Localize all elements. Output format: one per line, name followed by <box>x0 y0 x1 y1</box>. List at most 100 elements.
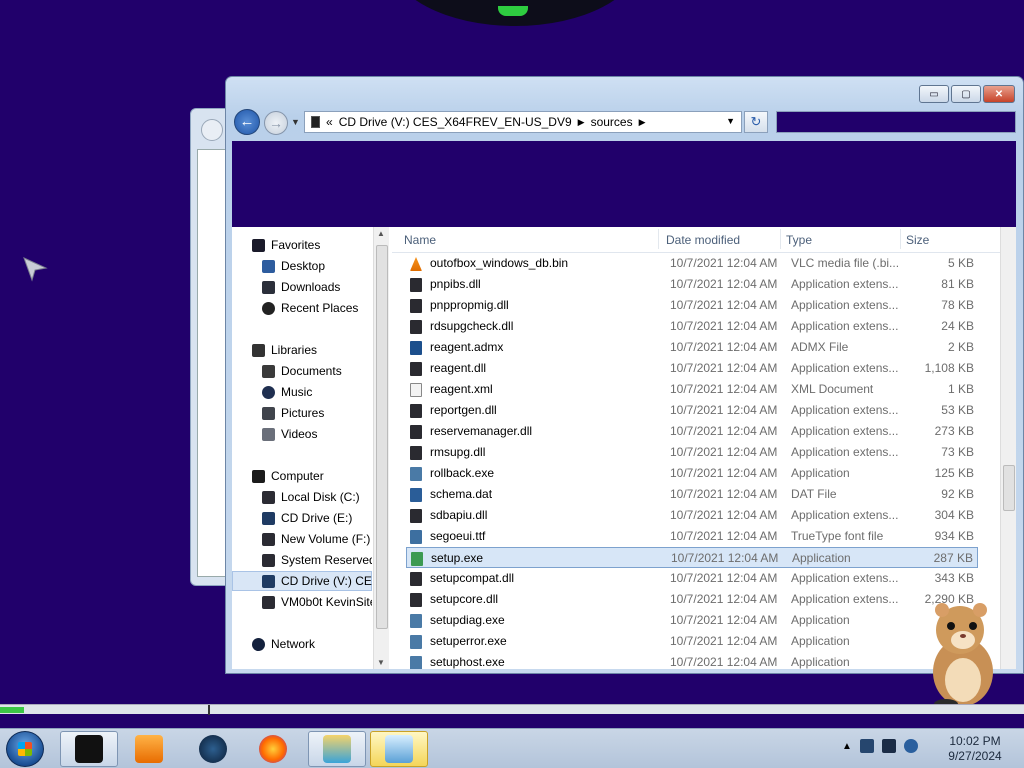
scrollbar-thumb[interactable] <box>1003 465 1015 511</box>
sidebar-item-label: Videos <box>281 427 318 441</box>
sidebar-item[interactable]: Recent Places <box>262 298 358 318</box>
scroll-up-icon[interactable]: ▲ <box>377 229 385 238</box>
pictures-icon <box>262 406 275 420</box>
file-date: 10/7/2021 12:04 AM <box>670 256 778 270</box>
file-row[interactable]: sdbapiu.dll 10/7/2021 12:04 AM Application… <box>406 505 978 526</box>
sidebar-item-label: Music <box>281 385 313 399</box>
file-row[interactable]: setupdiag.exe 10/7/2021 12:04 AM Applicati… <box>406 610 978 631</box>
sidebar-item[interactable]: Pictures <box>262 403 324 423</box>
taskbar-media-player-button[interactable] <box>120 731 178 767</box>
file-row[interactable]: setuperror.exe 10/7/2021 12:04 AM Applicat… <box>406 631 978 652</box>
sidebar-item[interactable]: CD Drive (E:) <box>262 508 352 528</box>
file-row[interactable]: pnppropmig.dll 10/7/2021 12:04 AM Applicat… <box>406 295 978 316</box>
background-window[interactable] <box>190 108 230 586</box>
scroll-down-icon[interactable]: ▼ <box>377 658 385 667</box>
file-row[interactable]: rmsupg.dll 10/7/2021 12:04 AM Application … <box>406 442 978 463</box>
file-row[interactable]: setupcompat.dll 10/7/2021 12:04 AM Applica… <box>406 568 978 589</box>
application-icon <box>410 656 422 669</box>
start-button[interactable] <box>6 731 44 767</box>
breadcrumb-separator-icon[interactable]: ▶ <box>578 117 585 128</box>
column-type[interactable]: Type <box>786 233 812 247</box>
file-date: 10/7/2021 12:04 AM <box>670 466 778 480</box>
breadcrumb-separator-icon[interactable]: ▶ <box>639 117 646 128</box>
file-row[interactable]: outofbox_windows_db.bin 10/7/2021 12:04 A… <box>406 253 978 274</box>
column-divider <box>780 229 781 249</box>
sidebar-item[interactable]: VM0b0t KevinSite <box>262 592 372 612</box>
media-player-icon <box>135 735 163 763</box>
file-size: 24 KB <box>941 319 974 333</box>
dll-icon <box>410 446 422 460</box>
search-input[interactable] <box>776 111 1016 133</box>
file-row[interactable]: setup.exe 10/7/2021 12:04 AM Application 28… <box>406 547 978 568</box>
file-row[interactable]: pnpibs.dll 10/7/2021 12:04 AM Application … <box>406 274 978 295</box>
file-row[interactable]: reservemanager.dll 10/7/2021 12:04 AM Appl… <box>406 421 978 442</box>
sidebar-item[interactable]: Music <box>262 382 312 402</box>
sidebar-item[interactable]: System Reserved <box>262 550 372 570</box>
column-date[interactable]: Date modified <box>666 233 740 247</box>
sidebar-item-label: Pictures <box>281 406 325 420</box>
back-arrow-icon[interactable]: ← <box>234 109 260 135</box>
scrollbar-thumb[interactable] <box>376 245 388 629</box>
navigation-pane: Favorites Desktop Downloads Recent Places Li… <box>232 227 372 669</box>
network-status-icon[interactable] <box>881 739 896 753</box>
file-row[interactable]: setuphost.exe 10/7/2021 12:04 AM Applicati… <box>406 652 978 669</box>
sidebar-item[interactable]: Computer <box>252 466 324 486</box>
file-name: reagent.dll <box>430 361 487 375</box>
dll-icon <box>410 509 422 523</box>
sidebar-item[interactable]: Videos <box>262 424 317 444</box>
sidebar-item[interactable]: Downloads <box>262 277 340 297</box>
breadcrumb-folder[interactable]: sources <box>591 115 633 129</box>
file-row[interactable]: schema.dat 10/7/2021 12:04 AM DAT File 92 K… <box>406 484 978 505</box>
maximize-button[interactable]: ▢ <box>951 85 981 103</box>
file-row[interactable]: rdsupgcheck.dll 10/7/2021 12:04 AM Applica… <box>406 316 978 337</box>
tray-expand-icon[interactable]: ▲ <box>842 741 852 752</box>
file-row[interactable]: reagent.admx 10/7/2021 12:04 AM ADMX File 2… <box>406 337 978 358</box>
volume-icon[interactable] <box>903 739 918 753</box>
file-row[interactable]: rollback.exe 10/7/2021 12:04 AM Applicatio… <box>406 463 978 484</box>
sidebar-item[interactable]: Local Disk (C:) <box>262 487 360 507</box>
sidebar-item[interactable]: New Volume (F:) <box>262 529 370 549</box>
refresh-icon[interactable]: ↻ <box>744 111 768 133</box>
recent-pages-chevron-icon[interactable]: ▼ <box>291 117 300 127</box>
taskbar-explorer-button[interactable] <box>370 731 428 767</box>
hamster-mascot-icon <box>933 603 993 709</box>
file-type: Application extens... <box>791 277 899 291</box>
sidebar-item[interactable]: Favorites <box>252 235 320 255</box>
file-size: 5 KB <box>947 256 974 270</box>
sidebar-item[interactable]: Desktop <box>262 256 325 276</box>
taskbar-terminal-button[interactable] <box>60 731 118 767</box>
address-bar[interactable]: « CD Drive (V:) CES_X64FREV_EN-US_DV9 ▶ … <box>304 111 742 133</box>
address-prefix[interactable]: « <box>326 115 333 129</box>
sidebar-item-label: New Volume (F:) <box>281 532 371 546</box>
file-date: 10/7/2021 12:04 AM <box>670 298 778 312</box>
taskbar-installer-button[interactable] <box>308 731 366 767</box>
file-row[interactable]: reportgen.dll 10/7/2021 12:04 AM Applicati… <box>406 400 978 421</box>
file-name: segoeui.ttf <box>430 529 486 543</box>
taskbar-globe-button[interactable] <box>184 731 242 767</box>
sidebar-item[interactable]: Network <box>252 634 315 654</box>
file-size: 1,108 KB <box>924 361 974 375</box>
file-row[interactable]: setupcore.dll 10/7/2021 12:04 AM Applicati… <box>406 589 978 610</box>
forward-arrow-icon[interactable]: → <box>264 111 288 135</box>
sidebar-item[interactable]: CD Drive (V:) CES <box>232 571 372 591</box>
close-button[interactable]: ✕ <box>983 85 1015 103</box>
sidebar-item[interactable]: Libraries <box>252 340 317 360</box>
column-size[interactable]: Size <box>906 233 929 247</box>
file-row[interactable]: reagent.xml 10/7/2021 12:04 AM XML Documen… <box>406 379 978 400</box>
minimize-button[interactable]: ▭ <box>919 85 949 103</box>
explorer-window[interactable]: ▭ ▢ ✕ ← → ▼ « CD Drive (V:) CES_X64FREV_… <box>225 76 1024 674</box>
sidebar-item[interactable]: Documents <box>262 361 342 381</box>
column-name[interactable]: Name <box>404 233 436 247</box>
action-center-icon[interactable] <box>859 739 874 753</box>
disk-icon <box>262 532 275 546</box>
file-size: 81 KB <box>941 277 974 291</box>
file-date: 10/7/2021 12:04 AM <box>670 571 778 585</box>
file-name: setuphost.exe <box>430 655 505 669</box>
address-dropdown-icon[interactable]: ▼ <box>726 116 735 126</box>
file-row[interactable]: segoeui.ttf 10/7/2021 12:04 AM TrueType fo… <box>406 526 978 547</box>
taskbar-firefox-button[interactable] <box>244 731 302 767</box>
breadcrumb-drive[interactable]: CD Drive (V:) CES_X64FREV_EN-US_DV9 <box>339 115 572 129</box>
system-clock[interactable]: 10:02 PM 9/27/2024 <box>940 734 1010 764</box>
file-row[interactable]: reagent.dll 10/7/2021 12:04 AM Application… <box>406 358 978 379</box>
navigation-scrollbar[interactable]: ▲ ▼ <box>373 227 389 669</box>
